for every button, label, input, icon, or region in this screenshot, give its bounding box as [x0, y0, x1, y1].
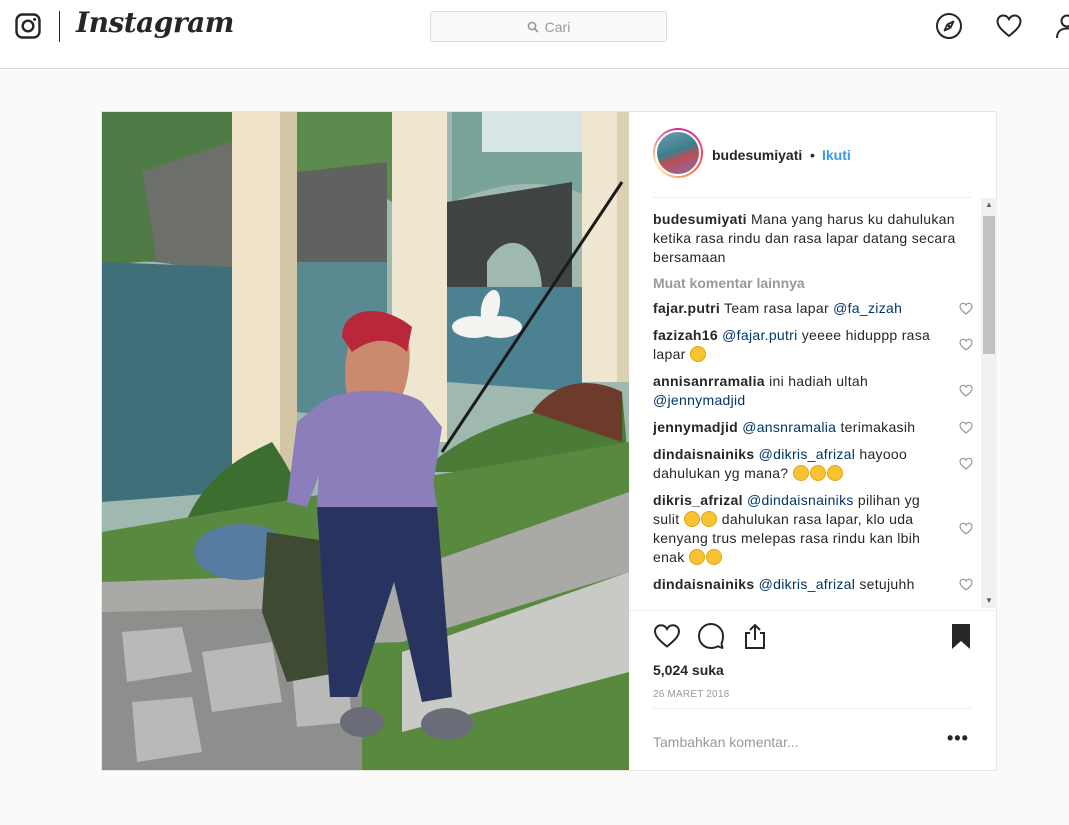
comment-row: jennymadjid @ansnramalia terimakasih [653, 418, 975, 437]
search-icon [527, 21, 539, 33]
post-photo[interactable] [102, 112, 629, 770]
heart-icon[interactable] [995, 12, 1023, 40]
rofl-emoji-icon [700, 511, 717, 527]
search-placeholder[interactable]: Cari [545, 19, 571, 35]
bookmark-icon[interactable] [947, 622, 975, 650]
comment-mention-link[interactable]: @dikris_afrizal [759, 576, 856, 592]
comment-mention-link[interactable]: @fa_zizah [833, 300, 902, 316]
rofl-emoji-icon [792, 465, 809, 481]
nav-divider [59, 11, 60, 42]
comments-scrollbar[interactable]: ▲ ▼ [981, 198, 997, 608]
comment-row: dindaisnainiks @dikris_afrizal hayooo da… [653, 445, 975, 483]
comment-like-heart-icon[interactable] [959, 421, 973, 434]
comment-like-heart-icon[interactable] [959, 522, 973, 535]
rofl-emoji-icon [826, 465, 843, 481]
post-caption: budesumiyati Mana yang harus ku dahuluka… [653, 210, 975, 267]
comment-mention-link[interactable]: @jennymadjid [653, 392, 746, 408]
comment-mention-link[interactable]: @dindaisnainiks [747, 492, 854, 508]
actions-divider [629, 610, 997, 611]
grin-sweat-emoji-icon [705, 549, 722, 565]
like-count[interactable]: 5,024 suka [653, 662, 724, 678]
caption-username[interactable]: budesumiyati [653, 211, 747, 227]
comment-like-heart-icon[interactable] [959, 578, 973, 591]
top-nav: Instagram Cari [0, 0, 1069, 69]
comment-text: Team rasa lapar [724, 300, 834, 316]
avatar-story-ring[interactable] [653, 128, 703, 178]
comment-like-heart-icon[interactable] [959, 338, 973, 351]
comment-text: terimakasih [836, 419, 916, 435]
comment-icon[interactable] [697, 622, 725, 650]
header-divider [653, 197, 971, 198]
post-date[interactable]: 26 MARET 2018 [653, 689, 729, 700]
comment-like-heart-icon[interactable] [959, 302, 973, 315]
comment-username[interactable]: jennymadjid [653, 419, 738, 435]
header-separator: • [810, 147, 815, 163]
comment-row: fazizah16 @fajar.putri yeeee hiduppp ras… [653, 326, 975, 364]
grin-sweat-emoji-icon [689, 346, 706, 362]
post-card: budesumiyati • Ikuti budesumiyati Mana y… [101, 111, 997, 771]
comment-text: ini hadiah ultah [769, 373, 869, 389]
load-more-comments[interactable]: Muat komentar lainnya [653, 275, 975, 291]
comment-username[interactable]: dindaisnainiks [653, 446, 754, 462]
instagram-wordmark[interactable]: Instagram [76, 6, 234, 39]
instagram-logo-icon[interactable] [15, 13, 41, 39]
comment-username[interactable]: dikris_afrizal [653, 492, 743, 508]
post-username[interactable]: budesumiyati [712, 147, 802, 163]
comment-like-heart-icon[interactable] [959, 457, 973, 470]
more-options-icon[interactable]: ••• [947, 728, 969, 749]
post-sidebar: budesumiyati • Ikuti budesumiyati Mana y… [629, 112, 997, 770]
scroll-down-arrow-icon[interactable]: ▼ [981, 594, 997, 608]
comment-mention-link[interactable]: @ansnramalia [742, 419, 836, 435]
comment-username[interactable]: annisanrramalia [653, 373, 765, 389]
comment-username[interactable]: fazizah16 [653, 327, 718, 343]
comment-username[interactable]: fajar.putri [653, 300, 720, 316]
add-comment-divider [653, 708, 971, 709]
profile-icon[interactable] [1053, 12, 1069, 40]
like-heart-icon[interactable] [653, 622, 681, 650]
comment-mention-link[interactable]: @dikris_afrizal [759, 446, 856, 462]
comment-mention-link[interactable]: @fajar.putri [722, 327, 797, 343]
scroll-up-arrow-icon[interactable]: ▲ [981, 198, 997, 212]
comment-container: fajar.putri Team rasa lapar @fa_zizahfaz… [653, 299, 975, 594]
comments-list[interactable]: budesumiyati Mana yang harus ku dahuluka… [653, 210, 975, 610]
comment-username[interactable]: dindaisnainiks [653, 576, 754, 592]
compass-icon[interactable] [935, 12, 963, 40]
comment-like-heart-icon[interactable] [959, 384, 973, 397]
rofl-emoji-icon [683, 511, 700, 527]
comment-text: setujuhh [855, 576, 915, 592]
post-header: budesumiyati • Ikuti [629, 112, 997, 198]
share-icon[interactable] [741, 622, 769, 650]
search-bar[interactable]: Cari [430, 11, 667, 42]
scroll-thumb[interactable] [983, 216, 995, 354]
grin-sweat-emoji-icon [688, 549, 705, 565]
add-comment-input[interactable] [653, 722, 943, 762]
comment-row: annisanrramalia ini hadiah ultah @jennym… [653, 372, 975, 410]
post-photo-illustration [102, 112, 629, 770]
avatar[interactable] [655, 130, 701, 176]
comment-row: dindaisnainiks @dikris_afrizal setujuhh [653, 575, 975, 594]
rofl-emoji-icon [809, 465, 826, 481]
comment-row: dikris_afrizal @dindaisnainiks pilihan y… [653, 491, 975, 567]
comment-row: fajar.putri Team rasa lapar @fa_zizah [653, 299, 975, 318]
follow-button[interactable]: Ikuti [822, 147, 851, 163]
